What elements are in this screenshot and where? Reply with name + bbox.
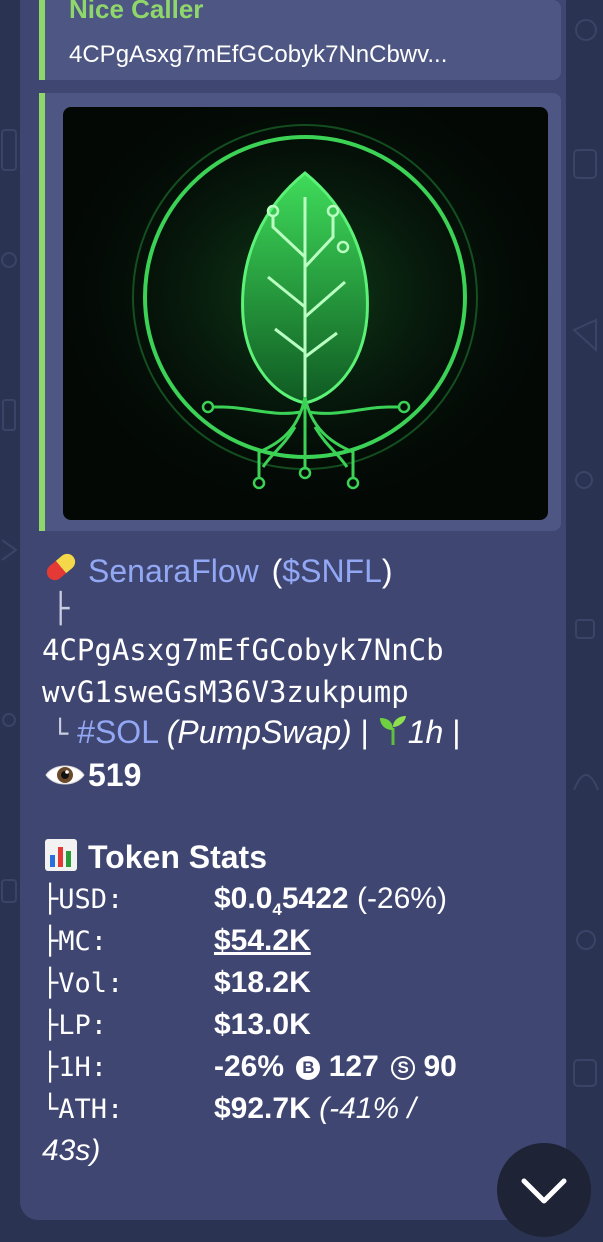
token-age: 1h xyxy=(407,714,444,750)
buys-icon: B xyxy=(296,1056,321,1080)
h1-label: ├1H: xyxy=(42,1052,108,1083)
reply-sender-name: Nice Caller xyxy=(69,0,204,24)
dex-name: (PumpSwap) xyxy=(166,714,352,750)
h1-stats: -26% B 127 S 90 xyxy=(214,1050,457,1084)
chain-hashtag[interactable]: #SOL xyxy=(77,714,158,750)
ath-value: $92.7K (-41% / xyxy=(214,1092,416,1126)
tree-branch: ├ xyxy=(52,591,70,625)
eye-icon xyxy=(44,760,86,798)
seedling-icon xyxy=(378,714,408,754)
token-address-line-1[interactable]: 4CPgAsxg7mEfGCobyk7NnCb xyxy=(42,633,444,667)
vol-value: $18.2K xyxy=(214,966,311,999)
lp-value: $13.0K xyxy=(214,1008,311,1041)
views-count: 519 xyxy=(88,757,142,793)
usd-value-suffix: 5422 xyxy=(281,882,349,915)
tree-end-branch: └ xyxy=(52,719,69,750)
background-doodle-right xyxy=(572,19,599,1087)
ticker-open-paren: ( xyxy=(271,553,283,589)
sells-count: 90 xyxy=(423,1050,457,1083)
ticker-close-paren: ) xyxy=(381,553,393,589)
reply-preview-text: 4CPgAsxg7mEfGCobyk7NnCbwv... xyxy=(69,41,448,68)
scroll-down-button[interactable] xyxy=(497,1143,591,1237)
token-name-link[interactable]: SenaraFlow xyxy=(88,553,259,589)
token-address-line-2[interactable]: wvG1sweGsM36V3zukpump xyxy=(42,675,409,709)
usd-value-zero-count: 4 xyxy=(272,900,282,919)
usd-change: (-26%) xyxy=(356,882,447,915)
usd-value: $0.045422 (-26%) xyxy=(214,882,447,920)
views-line: 519 xyxy=(44,757,141,798)
h1-change: -26% xyxy=(214,1050,285,1083)
reply-quote[interactable]: Nice Caller 4CPgAsxg7mEfGCobyk7NnCbwv... xyxy=(39,0,561,80)
mc-label: ├MC: xyxy=(42,926,108,957)
chain-info-line: └ #SOL (PumpSwap) | 1h | xyxy=(52,714,461,754)
ath-change-line-1: (-41% / xyxy=(319,1092,416,1125)
background-doodle-left xyxy=(1,129,18,903)
buys-count: 127 xyxy=(328,1050,379,1083)
token-title-line: SenaraFlow ($SNFL) xyxy=(42,548,393,594)
ticker-link[interactable]: $SNFL xyxy=(282,553,382,589)
leaf-circuit-logo xyxy=(63,107,548,520)
usd-label: ├USD: xyxy=(42,884,124,915)
separator-1: | xyxy=(360,714,369,750)
pill-icon xyxy=(42,548,80,594)
ath-change-line-2: 43s) xyxy=(42,1134,101,1167)
vol-label: ├Vol: xyxy=(42,968,124,999)
ath-label: └ATH: xyxy=(42,1094,124,1125)
token-image[interactable] xyxy=(63,107,548,520)
chevron-down-icon xyxy=(521,1178,567,1204)
stats-title-line: Token Stats xyxy=(44,838,267,880)
stats-title: Token Stats xyxy=(88,839,267,875)
sells-icon: S xyxy=(391,1056,416,1080)
separator-2: | xyxy=(452,714,461,750)
mc-value[interactable]: $54.2K xyxy=(214,924,311,958)
bar-chart-icon xyxy=(44,838,78,880)
lp-label: ├LP: xyxy=(42,1010,108,1041)
usd-value-prefix: $0.0 xyxy=(214,882,273,915)
ath-price: $92.7K xyxy=(214,1092,311,1125)
